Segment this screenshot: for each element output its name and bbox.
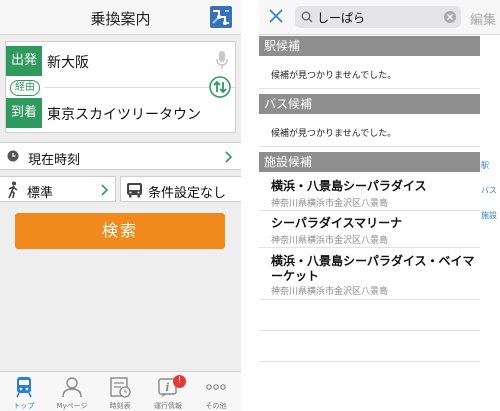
clear-icon[interactable] xyxy=(444,11,456,23)
facility-section-header: 施設候補 xyxy=(259,152,480,172)
person-icon xyxy=(62,377,82,398)
arrival-station-field[interactable]: 東京スカイツリータウン xyxy=(47,104,201,124)
facility-address: 神奈川県横浜市金沢区八景島 xyxy=(271,236,389,246)
nav-bar: 乗換案内 xyxy=(0,0,241,35)
bus-section-header: バス候補 xyxy=(259,94,480,114)
more-icon xyxy=(206,384,226,390)
tab-label: その他 xyxy=(205,402,227,410)
divider xyxy=(259,299,480,300)
notification-badge: ! xyxy=(173,375,186,388)
index-bus[interactable]: バス xyxy=(481,185,497,196)
tab-bar: トップ Myページ 時刻表 i ! 運行情報 その他 xyxy=(0,371,241,411)
swap-stations-icon[interactable] xyxy=(209,76,231,98)
datetime-label: 現在時刻 xyxy=(28,153,81,168)
divider xyxy=(259,330,480,331)
facility-name: 横浜・八景島シーパラダイス xyxy=(271,179,427,193)
search-value: しーぱら xyxy=(317,11,366,25)
train-icon xyxy=(16,377,32,398)
divider xyxy=(259,247,480,248)
station-section-header: 駅候補 xyxy=(259,36,480,56)
divider xyxy=(259,88,480,89)
edit-button[interactable]: 編集 xyxy=(470,9,496,28)
tab-other[interactable]: その他 xyxy=(192,372,240,411)
tab-label: 時刻表 xyxy=(109,402,131,410)
departure-tag: 出発 xyxy=(6,46,42,76)
index-station[interactable]: 駅 xyxy=(481,160,489,171)
route-divider xyxy=(44,87,235,88)
facility-address: 神奈川県横浜市金沢区八景島 xyxy=(271,199,389,209)
route-input-box: 出発 新大阪 経由 到着 東京スカイツリータウン xyxy=(5,41,236,133)
departure-station-field[interactable]: 新大阪 xyxy=(47,52,89,72)
timetable-icon xyxy=(110,377,131,398)
route-map-button[interactable] xyxy=(209,5,233,29)
search-input[interactable]: しーぱら xyxy=(295,6,461,28)
search-icon xyxy=(301,11,313,23)
walking-person-icon xyxy=(8,181,18,199)
tab-mypage[interactable]: Myページ xyxy=(48,372,96,411)
walk-speed-row[interactable]: 標準 xyxy=(0,176,116,202)
bus-empty-message: 候補が見つかりませんでした。 xyxy=(271,129,397,139)
route-map-icon xyxy=(210,6,232,28)
divider xyxy=(259,146,480,147)
datetime-row[interactable]: 現在時刻 xyxy=(0,142,241,170)
divider xyxy=(259,210,480,211)
index-facility[interactable]: 施設 xyxy=(481,210,497,221)
chevron-right-icon xyxy=(101,184,109,196)
suggestion-screen: しーぱら 編集 駅候補 候補が見つかりませんでした。 バス候補 候補が見つかりま… xyxy=(259,0,500,411)
tab-label: トップ xyxy=(13,402,35,410)
bus-icon xyxy=(127,183,142,198)
clock-icon xyxy=(7,150,19,162)
search-button[interactable]: 検索 xyxy=(15,213,225,249)
search-bar: しーぱら 編集 xyxy=(259,0,500,35)
station-empty-message: 候補が見つかりませんでした。 xyxy=(271,71,397,81)
facility-name: 横浜・八景島シーパラダイス・ベイマーケット xyxy=(271,254,475,283)
tab-top[interactable]: トップ xyxy=(0,372,48,411)
divider xyxy=(259,361,480,362)
conditions-label: 条件設定なし xyxy=(148,186,227,201)
tab-label: 運行情報 xyxy=(154,402,182,410)
via-button[interactable]: 経由 xyxy=(10,80,40,96)
tab-timetable[interactable]: 時刻表 xyxy=(96,372,144,411)
svg-text:i: i xyxy=(165,381,169,394)
conditions-row[interactable]: 条件設定なし xyxy=(120,176,241,202)
transit-search-screen: 乗換案内 出発 新大阪 経由 到着 東京スカイツリータウン 現在時刻 標準 条件… xyxy=(0,0,241,411)
tab-service-info[interactable]: i ! 運行情報 xyxy=(144,372,192,411)
arrival-tag: 到着 xyxy=(6,98,42,128)
facility-address: 神奈川県横浜市金沢区八景島 xyxy=(271,287,389,297)
walk-speed-label: 標準 xyxy=(27,186,54,201)
close-icon[interactable] xyxy=(268,8,284,24)
microphone-icon[interactable] xyxy=(215,50,229,70)
tab-label: Myページ xyxy=(56,402,88,410)
page-title: 乗換案内 xyxy=(90,10,151,28)
chevron-right-icon xyxy=(225,151,233,163)
facility-name: シーパラダイスマリーナ xyxy=(271,216,403,230)
